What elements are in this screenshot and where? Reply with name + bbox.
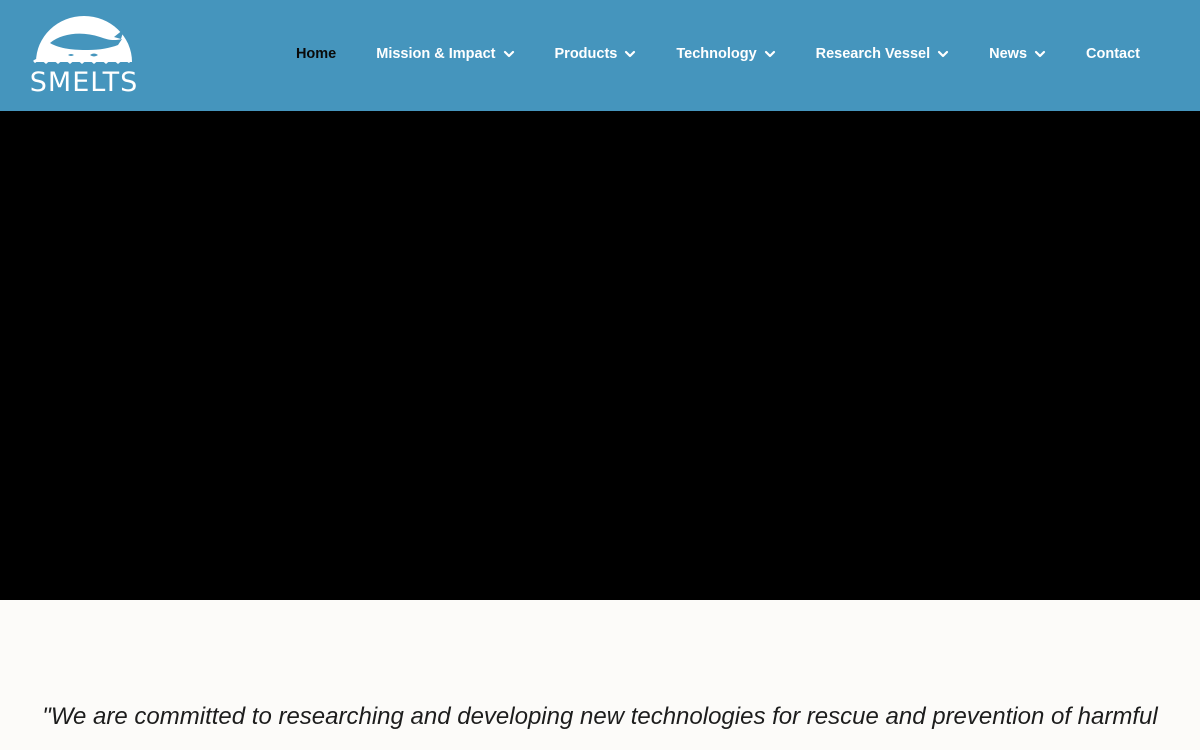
nav-item-label: Products xyxy=(554,46,618,62)
nav-item-contact[interactable]: Contact xyxy=(1066,44,1160,64)
nav-item-research-vessel[interactable]: Research Vessel xyxy=(796,44,969,64)
chevron-down-icon xyxy=(937,48,949,60)
nav-item-news[interactable]: News xyxy=(969,44,1066,64)
smelts-logo[interactable]: SMELTS xyxy=(30,15,138,95)
main-nav: Home Mission & Impact Products Technolog… xyxy=(276,44,1160,64)
nav-item-mission-impact[interactable]: Mission & Impact xyxy=(356,44,534,64)
mission-quote-section: "We are committed to researching and dev… xyxy=(0,600,1200,750)
nav-item-technology[interactable]: Technology xyxy=(656,44,795,64)
chevron-down-icon xyxy=(624,48,636,60)
nav-item-home[interactable]: Home xyxy=(276,44,356,64)
hero-video[interactable] xyxy=(0,111,1200,600)
nav-item-label: Contact xyxy=(1086,46,1140,62)
nav-item-label: Research Vessel xyxy=(815,46,931,62)
nav-item-label: Home xyxy=(295,46,337,62)
nav-item-label: Technology xyxy=(676,46,757,62)
chevron-down-icon xyxy=(503,48,515,60)
nav-item-label: News xyxy=(989,46,1028,62)
chevron-down-icon xyxy=(1034,48,1046,60)
svg-text:SMELTS: SMELTS xyxy=(30,67,138,95)
nav-item-label: Mission & Impact xyxy=(376,46,496,62)
site-header: SMELTS Home Mission & Impact Products Te… xyxy=(0,0,1200,111)
smelts-logo-icon: SMELTS xyxy=(30,16,138,95)
chevron-down-icon xyxy=(764,48,776,60)
nav-item-products[interactable]: Products xyxy=(535,44,657,64)
mission-quote: "We are committed to researching and dev… xyxy=(42,703,1158,730)
